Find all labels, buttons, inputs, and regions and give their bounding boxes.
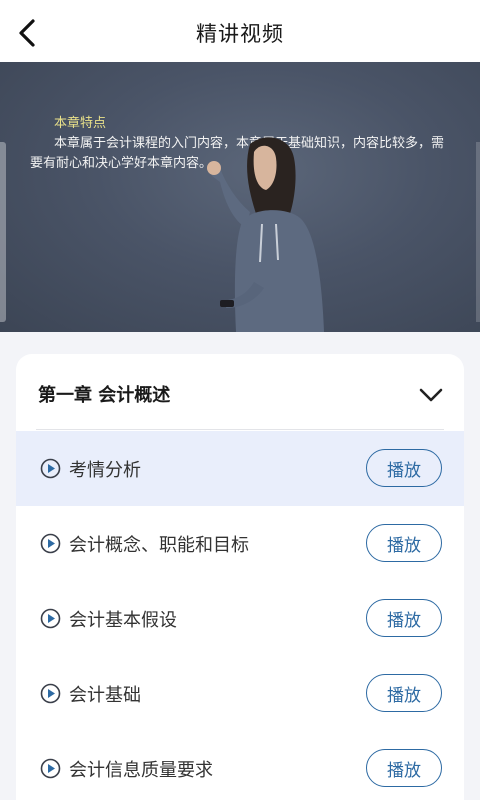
lesson-row[interactable]: 会计基本假设 播放 <box>16 581 464 656</box>
play-circle-icon <box>40 683 61 704</box>
chevron-down-icon[interactable] <box>418 384 444 406</box>
play-button[interactable]: 播放 <box>366 749 442 787</box>
top-bar: 精讲视频 <box>0 0 480 62</box>
video-slide-heading: 本章特点 <box>54 116 107 131</box>
play-circle-icon <box>40 458 61 479</box>
video-edge-handle-left <box>0 142 6 322</box>
play-button[interactable]: 播放 <box>366 674 442 712</box>
lesson-label: 会计基础 <box>69 685 141 706</box>
video-edge-handle-right <box>476 142 480 322</box>
page-title: 精讲视频 <box>196 22 284 46</box>
presenter-figure <box>207 137 324 332</box>
chapter-header[interactable]: 第一章 会计概述 <box>16 354 464 430</box>
lesson-label: 会计信息质量要求 <box>69 760 213 781</box>
play-circle-icon <box>40 533 61 554</box>
lesson-label: 会计基本假设 <box>69 610 177 631</box>
chapter-title: 第一章 会计概述 <box>38 385 171 406</box>
lesson-row[interactable]: 会计基础 播放 <box>16 656 464 731</box>
video-player[interactable]: 本章特点 本章属于会计课程的入门内容，本章属于基础知识，内容比较多，需要有耐心和… <box>0 62 480 332</box>
lesson-label: 考情分析 <box>69 460 141 481</box>
play-button[interactable]: 播放 <box>366 599 442 637</box>
play-button[interactable]: 播放 <box>366 524 442 562</box>
chapter-card: 第一章 会计概述 考情分析 播放 会计概念、职能和目标 播放 会计基本假设 播放… <box>16 354 464 800</box>
lesson-row[interactable]: 考情分析 播放 <box>16 431 464 506</box>
lesson-label: 会计概念、职能和目标 <box>69 535 249 556</box>
play-circle-icon <box>40 758 61 779</box>
lesson-list: 考情分析 播放 会计概念、职能和目标 播放 会计基本假设 播放 会计基础 播放 … <box>16 431 464 800</box>
lesson-row[interactable]: 会计概念、职能和目标 播放 <box>16 506 464 581</box>
divider <box>36 429 444 430</box>
play-circle-icon <box>40 608 61 629</box>
lesson-row[interactable]: 会计信息质量要求 播放 <box>16 731 464 800</box>
play-button[interactable]: 播放 <box>366 449 442 487</box>
